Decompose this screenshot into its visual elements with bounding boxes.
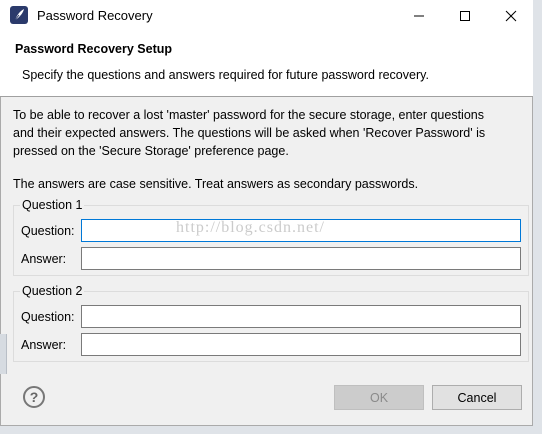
background-strip	[533, 0, 542, 434]
maximize-button[interactable]	[442, 0, 488, 31]
question-1-group-title: Question 1	[20, 198, 85, 212]
cancel-button[interactable]: Cancel	[432, 385, 522, 410]
case-sensitive-note: The answers are case sensitive. Treat an…	[13, 177, 419, 191]
answer-2-input[interactable]	[81, 333, 521, 356]
maximize-icon	[460, 10, 470, 21]
feather-logo-icon	[10, 6, 28, 24]
answer-2-label: Answer:	[21, 338, 67, 352]
question-2-group-title: Question 2	[20, 284, 85, 298]
background-bottom	[0, 426, 542, 434]
window-title: Password Recovery	[37, 8, 153, 23]
header-description: Specify the questions and answers requir…	[22, 68, 429, 82]
dialog-header	[0, 31, 533, 96]
background-window-fragment	[0, 334, 7, 374]
question-1-input[interactable]	[81, 219, 521, 242]
instructions-line-2: and their expected answers. The question…	[13, 126, 486, 140]
help-icon: ?	[29, 389, 39, 405]
close-icon	[505, 10, 517, 21]
ok-button[interactable]: OK	[334, 385, 424, 410]
help-button[interactable]: ?	[23, 386, 45, 408]
minimize-icon	[414, 15, 424, 16]
header-separator	[0, 96, 533, 97]
header-title: Password Recovery Setup	[15, 42, 173, 56]
answer-1-label: Answer:	[21, 252, 67, 266]
instructions-line-1: To be able to recover a lost 'master' pa…	[13, 108, 484, 122]
question-2-input[interactable]	[81, 305, 521, 328]
minimize-button[interactable]	[396, 0, 442, 31]
answer-1-input[interactable]	[81, 247, 521, 270]
close-button[interactable]	[488, 0, 534, 31]
instructions-line-3: pressed on the 'Secure Storage' preferen…	[13, 144, 289, 158]
question-1-label: Question:	[21, 224, 75, 238]
question-2-label: Question:	[21, 310, 75, 324]
